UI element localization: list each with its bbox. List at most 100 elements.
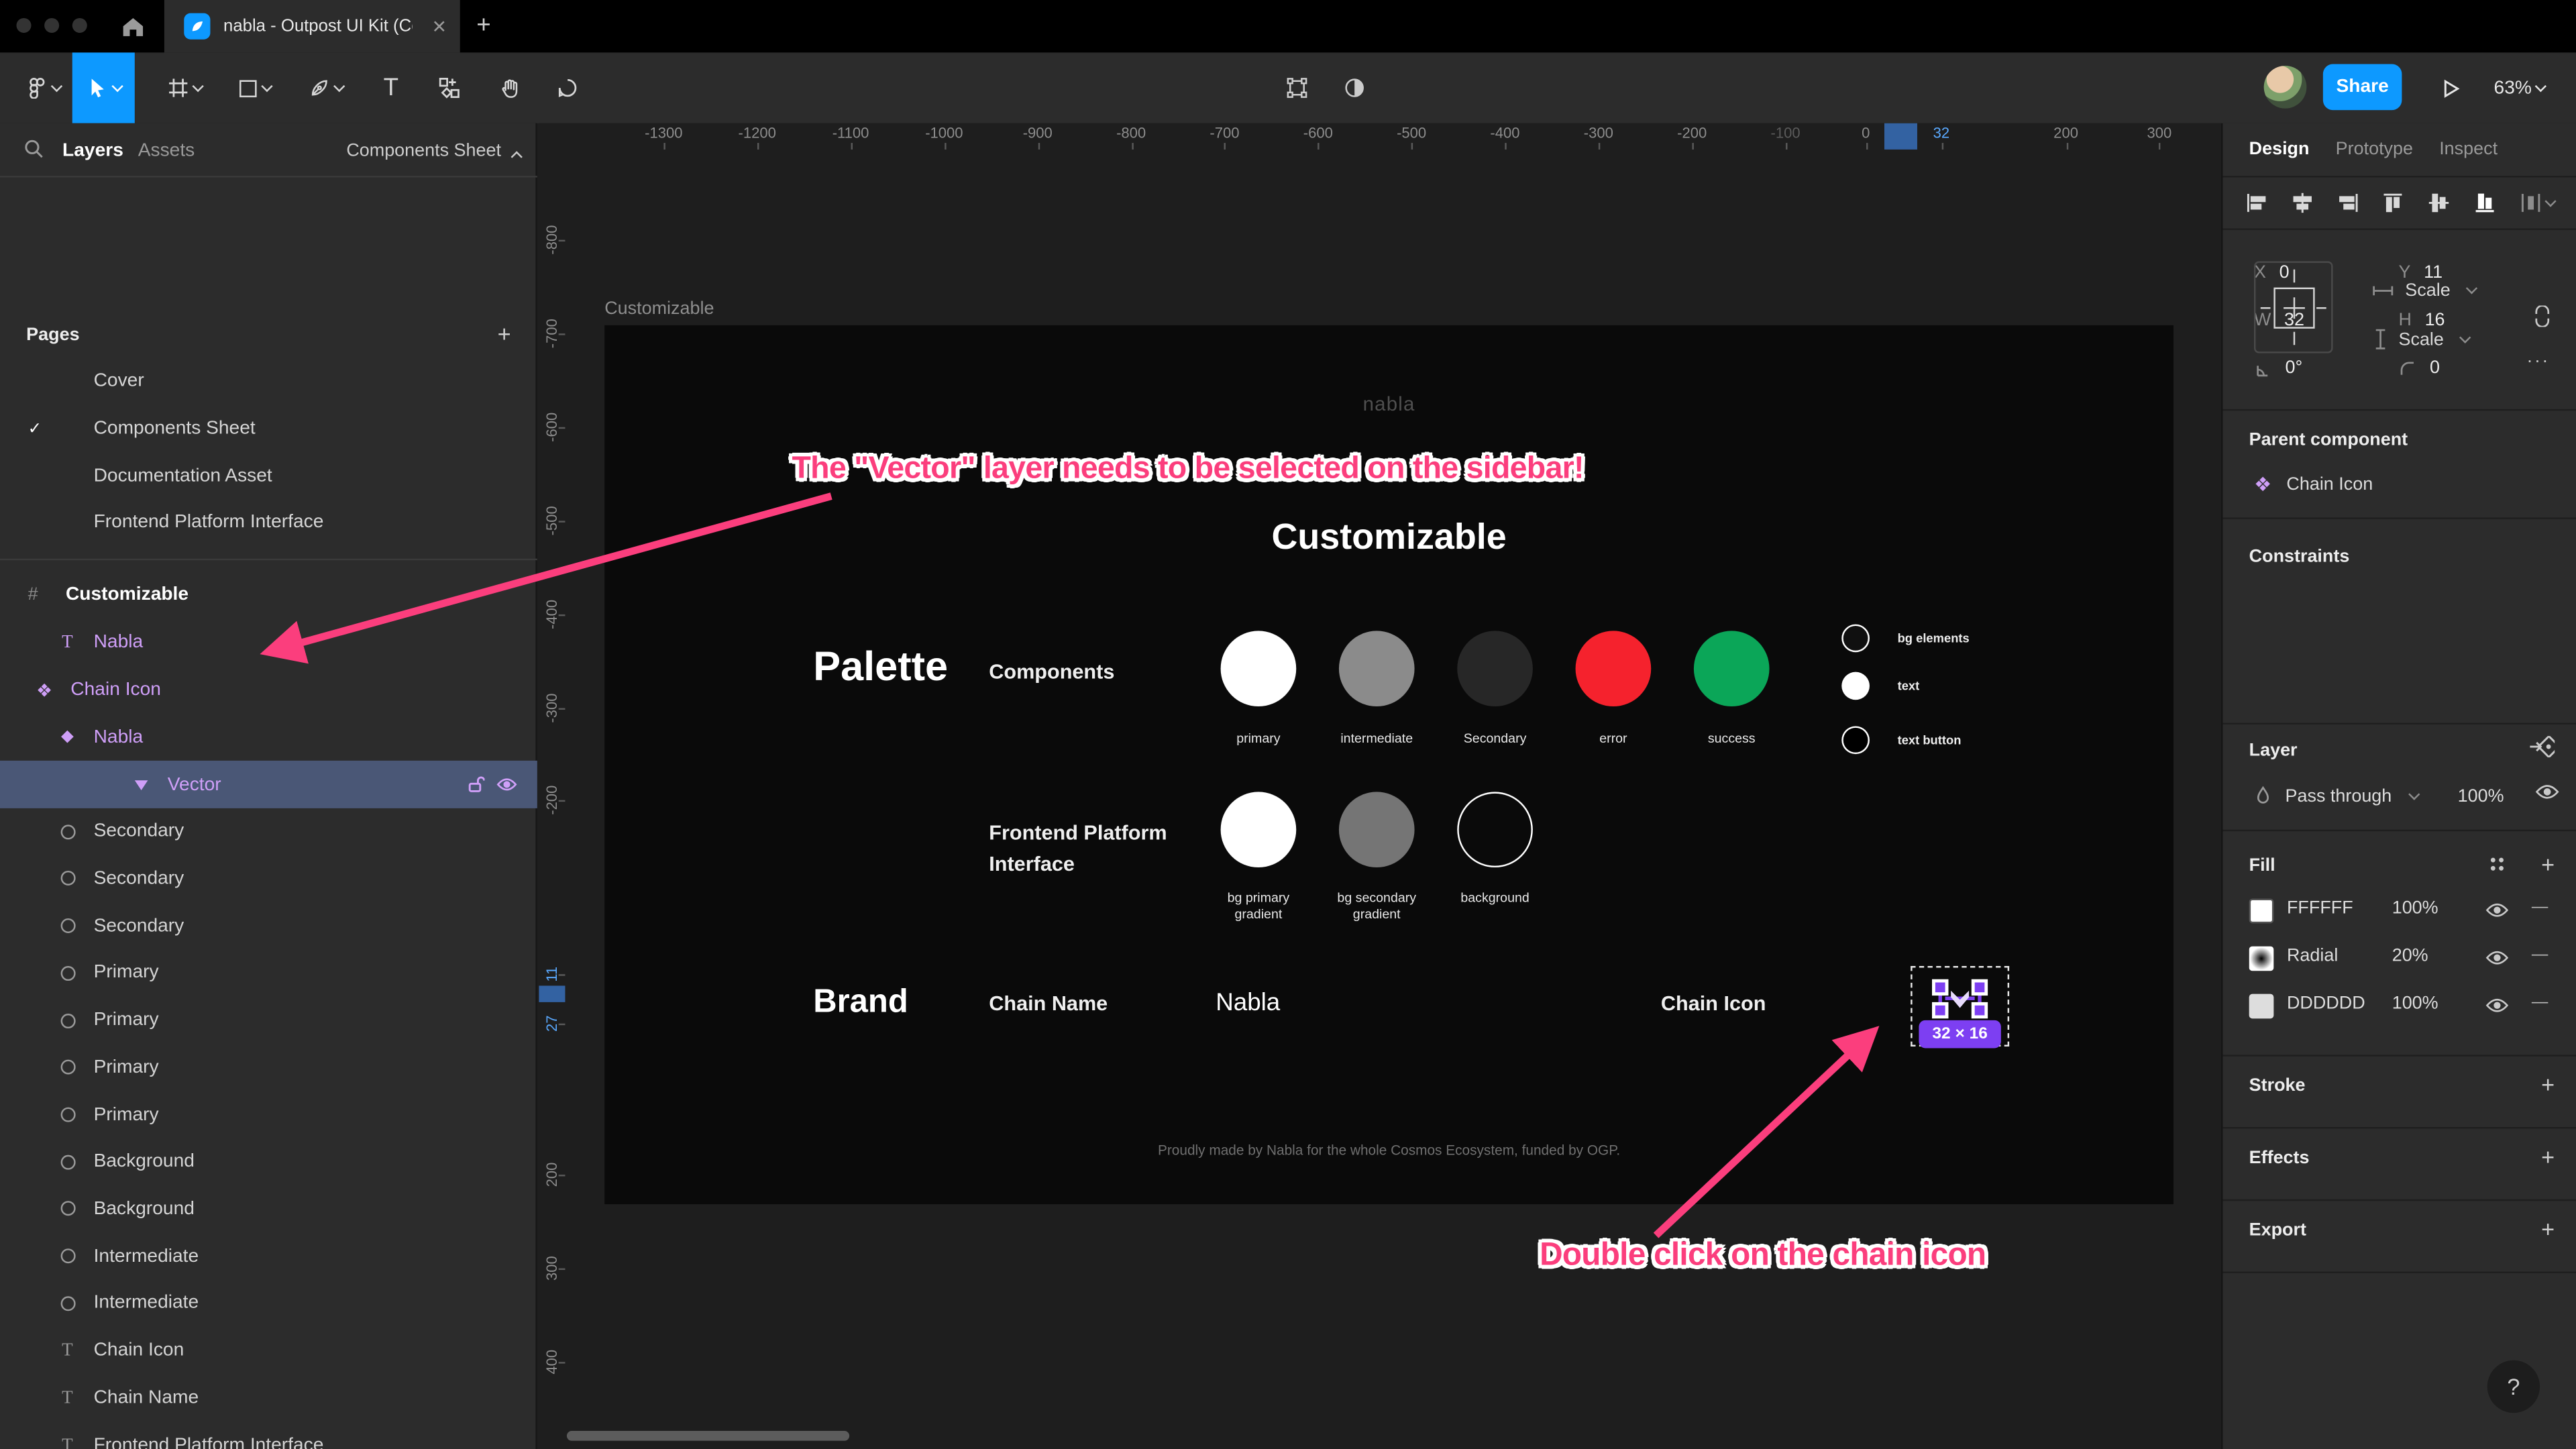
align-vertical-center-button[interactable]: [2428, 193, 2450, 214]
horizontal-constraint-select[interactable]: Scale: [2372, 281, 2477, 301]
layer-row-primary[interactable]: Primary: [0, 997, 537, 1044]
fill-swatch[interactable]: [2249, 994, 2274, 1019]
new-tab-button[interactable]: +: [476, 11, 490, 40]
tab-prototype[interactable]: Prototype: [2336, 140, 2413, 159]
fill-hex-value[interactable]: Radial: [2287, 947, 2338, 966]
parent-component-row[interactable]: ❖ Chain Icon: [2254, 473, 2373, 496]
layer-row-secondary[interactable]: Secondary: [0, 902, 537, 949]
fill-swatch[interactable]: [2249, 946, 2274, 971]
layer-row-nabla[interactable]: T Nabla: [0, 619, 537, 666]
window-zoom-button[interactable]: [72, 17, 87, 33]
palette-circle-error[interactable]: [1575, 631, 1652, 707]
fill-opacity-value[interactable]: 100%: [2392, 994, 2438, 1014]
canvas-viewport[interactable]: -1300 -1200 -1100 -1000 -900 -800 -700 -600 -500…: [539, 123, 2222, 1449]
visibility-icon[interactable]: [496, 777, 518, 792]
window-minimize-button[interactable]: [44, 17, 60, 33]
y-field[interactable]: Y 11: [2399, 263, 2443, 282]
palette-circle-secondary[interactable]: [1457, 631, 1533, 707]
frame-name-label[interactable]: Customizable: [604, 299, 714, 319]
tab-layers[interactable]: Layers: [62, 123, 123, 178]
layer-visibility-toggle[interactable]: [2535, 784, 2560, 800]
horizontal-scrollbar[interactable]: [566, 1431, 850, 1441]
layer-row-background[interactable]: Background: [0, 1185, 537, 1232]
layer-mask-icon[interactable]: [2528, 736, 2555, 757]
tab-assets[interactable]: Assets: [138, 123, 195, 178]
move-tool-button[interactable]: [72, 52, 135, 123]
fill-visibility-toggle[interactable]: [2485, 998, 2509, 1014]
mini-circle-bg-elements[interactable]: [1841, 624, 1870, 653]
fill-hex-value[interactable]: DDDDDD: [2287, 994, 2365, 1014]
palette-circle-success[interactable]: [1693, 631, 1770, 707]
fill-opacity-value[interactable]: 20%: [2392, 947, 2428, 966]
layer-row-frontend-platform-interface[interactable]: T Frontend Platform Interface: [0, 1421, 537, 1449]
vertical-constraint-select[interactable]: Scale: [2374, 329, 2471, 350]
align-right-button[interactable]: [2337, 193, 2359, 214]
expand-triangle-icon[interactable]: [129, 761, 152, 808]
file-tab[interactable]: nabla - Outpost UI Kit (Copy) ✕: [164, 0, 460, 53]
sidebar-item-page[interactable]: ✓ Components Sheet: [0, 405, 537, 452]
layer-row-intermediate[interactable]: Intermediate: [0, 1280, 537, 1327]
sidebar-item-page[interactable]: Frontend Platform Interface: [0, 500, 537, 547]
fpi-circle-3[interactable]: [1457, 792, 1533, 868]
layer-row-chain-icon[interactable]: T Chain Icon: [0, 1327, 537, 1374]
main-menu-button[interactable]: [13, 52, 72, 123]
layer-row-primary[interactable]: Primary: [0, 1091, 537, 1138]
shape-tool-button[interactable]: [222, 52, 288, 123]
layer-row-chain-icon[interactable]: ❖ Chain Icon: [0, 667, 537, 714]
fill-visibility-toggle[interactable]: [2485, 950, 2509, 966]
align-left-button[interactable]: [2246, 193, 2267, 214]
page-selector[interactable]: Components Sheet: [346, 123, 501, 178]
layer-row-primary[interactable]: Primary: [0, 1044, 537, 1091]
tab-inspect[interactable]: Inspect: [2439, 140, 2498, 159]
share-button[interactable]: Share: [2322, 64, 2402, 111]
remove-fill-button[interactable]: —: [2532, 994, 2548, 1012]
palette-circle-intermediate[interactable]: [1338, 631, 1415, 707]
sidebar-item-page[interactable]: Documentation Asset: [0, 452, 537, 499]
edit-object-button[interactable]: [1273, 52, 1320, 123]
tab-close-icon[interactable]: ✕: [432, 15, 447, 37]
distribute-menu-button[interactable]: [2520, 193, 2557, 214]
add-stroke-button[interactable]: +: [2541, 1071, 2555, 1097]
sidebar-item-customizable-frame[interactable]: # Customizable: [0, 572, 537, 618]
resources-tool-button[interactable]: [424, 52, 473, 123]
layer-row-intermediate[interactable]: Intermediate: [0, 1233, 537, 1280]
layer-row-chain-name[interactable]: T Chain Name: [0, 1375, 537, 1421]
fpi-circle-1[interactable]: [1220, 792, 1297, 868]
layer-row-secondary[interactable]: Secondary: [0, 855, 537, 902]
sidebar-item-page[interactable]: Cover: [0, 358, 537, 405]
layer-row-secondary[interactable]: Secondary: [0, 808, 537, 855]
constrain-proportions-toggle[interactable]: [2533, 305, 2551, 327]
window-close-button[interactable]: [16, 17, 32, 33]
unlock-icon[interactable]: [468, 775, 485, 794]
mini-circle-text[interactable]: [1841, 672, 1870, 700]
hand-tool-button[interactable]: [484, 52, 533, 123]
corner-radius-field[interactable]: 0: [2399, 358, 2440, 378]
present-button[interactable]: [2428, 52, 2475, 123]
remove-fill-button[interactable]: —: [2532, 899, 2548, 917]
layer-row-vector[interactable]: Vector: [0, 761, 537, 808]
frame-tool-button[interactable]: [151, 52, 217, 123]
home-icon[interactable]: [118, 11, 148, 41]
add-page-button[interactable]: +: [498, 321, 511, 347]
fill-swatch[interactable]: [2249, 898, 2274, 924]
layer-row-background[interactable]: Background: [0, 1138, 537, 1185]
search-icon[interactable]: [23, 138, 44, 160]
layer-row-primary[interactable]: Primary: [0, 950, 537, 997]
comment-tool-button[interactable]: [542, 52, 591, 123]
constraints-widget[interactable]: [2254, 261, 2333, 354]
blend-mode-select[interactable]: Pass through: [2254, 786, 2420, 807]
remove-fill-button[interactable]: —: [2532, 947, 2548, 965]
rotation-field[interactable]: 0°: [2254, 358, 2302, 378]
user-avatar[interactable]: [2263, 65, 2307, 109]
mask-button[interactable]: [1331, 52, 1377, 123]
fill-visibility-toggle[interactable]: [2485, 902, 2509, 918]
layer-opacity-value[interactable]: 100%: [2458, 787, 2504, 806]
pen-tool-button[interactable]: [292, 52, 358, 123]
height-field[interactable]: H 16: [2399, 311, 2445, 330]
align-top-button[interactable]: [2383, 193, 2404, 214]
align-horizontal-center-button[interactable]: [2292, 193, 2313, 214]
tab-design[interactable]: Design: [2249, 140, 2310, 159]
fill-opacity-value[interactable]: 100%: [2392, 899, 2438, 918]
fill-styles-icon[interactable]: [2489, 856, 2505, 872]
add-export-button[interactable]: +: [2541, 1216, 2555, 1242]
